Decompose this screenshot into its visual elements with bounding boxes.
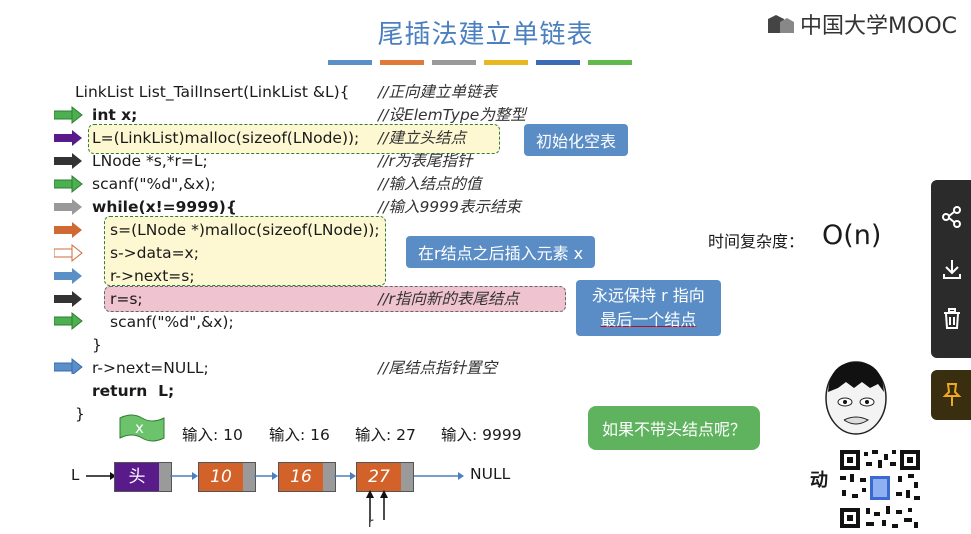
callout-insert-after-r: 在r结点之后插入元素 x: [406, 236, 596, 268]
arrow-blue-icon: [54, 357, 83, 374]
null-label: NULL: [470, 465, 511, 483]
arrow-green-icon: [54, 105, 83, 125]
code-comment: //尾结点指针置空: [378, 359, 497, 377]
arrow-L-to-head: [86, 472, 116, 480]
code-line: r=s;: [110, 290, 143, 308]
share-icon[interactable]: [941, 206, 963, 232]
callout-keep-r-line2: 最后一个结点: [600, 310, 697, 329]
code-line: L=(LinkList)malloc(sizeof(LNode));: [92, 129, 360, 147]
callout-keep-r-line1: 永远保持 r 指向: [592, 286, 705, 305]
head-node-label: 头: [115, 463, 159, 491]
complexity-value: O(n): [822, 220, 882, 251]
list-node: 10: [198, 462, 256, 492]
code-line: }: [75, 405, 85, 423]
qr-code-image[interactable]: [838, 448, 922, 530]
complexity-label: 时间复杂度：: [708, 232, 805, 251]
list-node-value: 16: [279, 463, 323, 491]
code-line: r->next=NULL;: [92, 359, 209, 377]
arrow-orange-icon: [54, 222, 82, 238]
arrow-black-icon: [54, 291, 82, 307]
pin-icon[interactable]: [941, 382, 963, 412]
delete-icon[interactable]: [941, 308, 963, 334]
arrow-icon: [334, 472, 356, 480]
mooc-logo: 中国大学MOOC: [766, 8, 957, 40]
mooc-logo-icon: [766, 13, 796, 35]
arrow-blue-icon: [54, 268, 82, 284]
head-node: 头: [114, 462, 172, 492]
input-value: 输入: 9999: [441, 426, 522, 444]
code-line: while(x!=9999){: [92, 198, 237, 216]
code-line: s=(LNode *)malloc(sizeof(LNode));: [110, 221, 380, 239]
right-sidebar: [931, 180, 971, 358]
arrow-purple-icon: [54, 130, 82, 146]
code-line: }: [92, 336, 102, 354]
footer-action-text: 动: [810, 470, 828, 491]
code-line: LNode *s,*r=L;: [92, 152, 208, 170]
arrow-green-icon: [54, 174, 83, 194]
code-line: int x;: [92, 106, 138, 124]
list-node-pointer: [401, 463, 413, 491]
arrow-green-icon: [54, 312, 83, 331]
x-flag-icon: x: [118, 414, 166, 448]
code-comment: //r指向新的表尾结点: [378, 290, 519, 308]
input-value: 输入: 16: [269, 426, 330, 444]
code-line: return L;: [92, 382, 175, 400]
mooc-logo-text: 中国大学MOOC: [800, 14, 957, 39]
callout-keep-r: 永远保持 r 指向 最后一个结点: [576, 280, 721, 336]
arrow-black-icon: [54, 153, 82, 169]
code-line: scanf("%d",&x);: [110, 313, 234, 331]
code-comment: //设ElemType为整型: [378, 106, 526, 124]
arrow-icon: [254, 472, 278, 480]
list-node: 16: [278, 462, 336, 492]
input-sequence: 输入: 10 输入: 16 输入: 27 输入: 9999: [182, 423, 522, 445]
list-node-value: 27: [357, 463, 401, 491]
code-line: scanf("%d",&x);: [92, 175, 216, 193]
pin-panel: [931, 370, 971, 420]
input-value: 输入: 27: [355, 426, 416, 444]
arrow-to-null: [414, 472, 464, 480]
code-comment: //输入结点的值: [378, 175, 482, 193]
list-L-label: L: [71, 466, 80, 484]
arrow-gray-icon: [54, 199, 82, 215]
code-line: r->next=s;: [110, 267, 195, 285]
arrow-orange-outline-icon: [54, 243, 83, 263]
list-node-value: 10: [199, 463, 243, 491]
code-line: LinkList List_TailInsert(LinkList &L){: [75, 83, 350, 101]
code-comment: //输入9999表示结束: [378, 198, 521, 216]
code-comment: //建立头结点: [378, 129, 466, 147]
x-flag-label: x: [135, 419, 144, 437]
code-comment: //正向建立单链表: [378, 83, 497, 101]
code-comment: //r为表尾指针: [378, 152, 473, 170]
arrow-icon: [170, 472, 198, 480]
line-arrows: [54, 105, 83, 307]
list-node: 27: [356, 462, 414, 492]
line-arrows-lower: [54, 312, 83, 374]
meme-face-image: [822, 358, 890, 440]
callout-init-empty: 初始化空表: [524, 124, 629, 156]
title-color-bars: [328, 60, 632, 66]
r-pointer-label: r: [368, 516, 374, 531]
callout-no-head: 如果不带头结点呢？: [588, 406, 761, 450]
input-value: 输入: 10: [182, 426, 243, 444]
download-icon[interactable]: [941, 258, 963, 284]
code-line: s->data=x;: [110, 244, 199, 262]
